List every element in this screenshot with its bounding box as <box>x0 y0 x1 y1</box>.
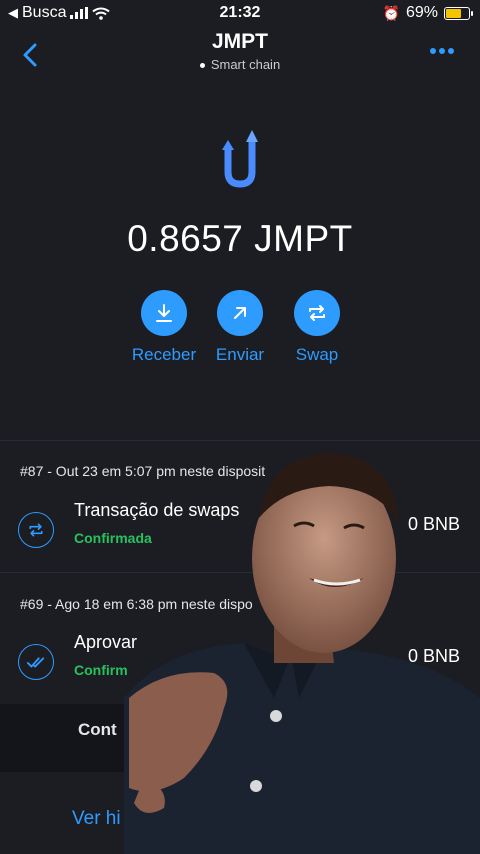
network-dot-icon <box>199 63 205 69</box>
jmpt-token-logo-icon <box>222 130 258 188</box>
alarm-icon: ⏰ <box>382 4 400 21</box>
view-history-link[interactable]: Ver hi <box>72 808 121 830</box>
send-arrow-icon[interactable] <box>217 290 263 336</box>
contract-label[interactable]: Cont <box>78 720 117 740</box>
battery-percent: 69% <box>405 4 438 21</box>
swap-button[interactable]: Swap <box>272 290 362 365</box>
status-bar-right: ⏰ 69% <box>382 4 473 22</box>
battery-icon <box>444 6 473 20</box>
section-divider <box>0 440 480 441</box>
swap-label[interactable]: Swap <box>272 345 362 365</box>
double-check-icon <box>18 644 54 680</box>
person-video-overlay <box>124 453 480 854</box>
more-options-icon[interactable] <box>430 48 454 54</box>
network-subtitle: Smart chain <box>0 57 480 72</box>
status-bar: ◀ Busca 21:32 ⏰ 69% <box>0 0 480 26</box>
network-label: Smart chain <box>210 57 281 72</box>
nav-bar: JMPT Smart chain <box>0 26 480 82</box>
page-title: JMPT <box>211 30 268 53</box>
swap-transaction-icon <box>18 512 54 548</box>
receive-icon[interactable] <box>141 290 187 336</box>
token-balance: 0.8657 JMPT <box>127 218 353 259</box>
swap-icon[interactable] <box>294 290 340 336</box>
transaction-status: Confirm <box>74 662 128 678</box>
